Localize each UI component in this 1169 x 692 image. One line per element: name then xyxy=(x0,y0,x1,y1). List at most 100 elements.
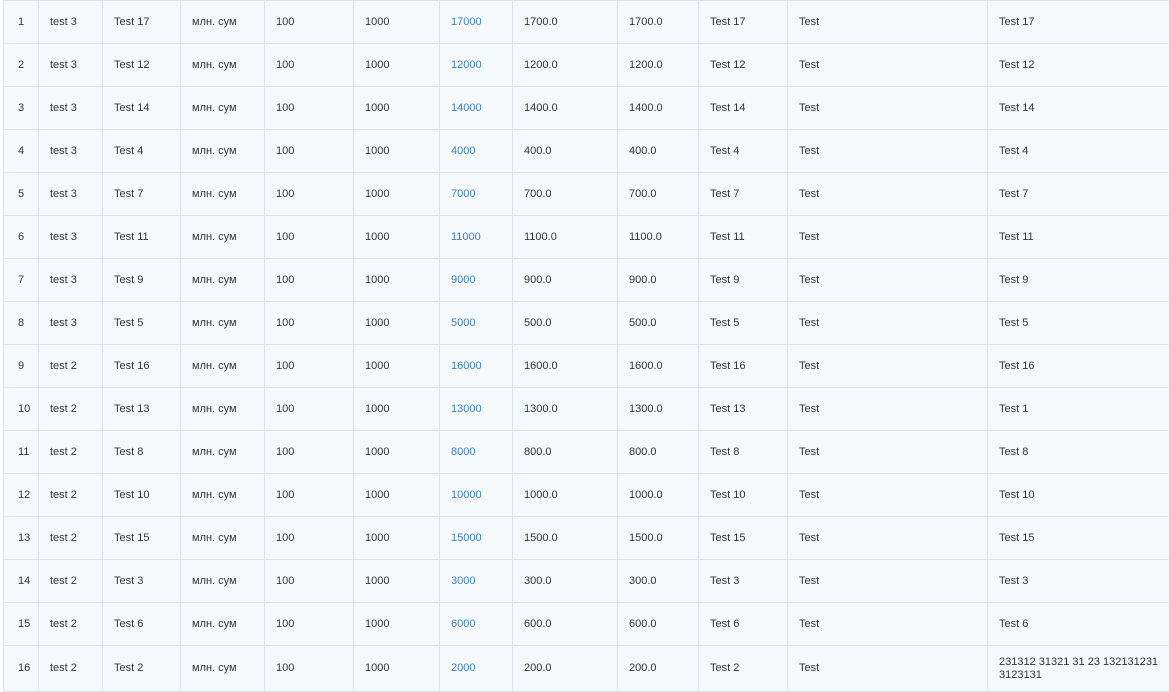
group-cell: test 2 xyxy=(38,344,103,388)
row-number-cell: 6 xyxy=(3,215,39,259)
total-cell: 6000 xyxy=(439,602,513,646)
total-link[interactable]: 16000 xyxy=(451,360,482,372)
total-cell: 9000 xyxy=(439,258,513,302)
table-row: 2 test 3 Test 12 млн. сум 100 1000 12000 1200.0… xyxy=(3,43,1169,87)
unit-cell: млн. сум xyxy=(180,215,265,259)
total-link[interactable]: 2000 xyxy=(451,662,475,674)
item-name-text: Test 2 xyxy=(114,662,144,674)
quantity-cell: 100 xyxy=(264,258,354,302)
total-link[interactable]: 7000 xyxy=(451,188,475,200)
note-text: Test xyxy=(799,144,820,157)
comment-cell: Test 12 xyxy=(987,43,1169,87)
price-text: 1000 xyxy=(365,187,390,200)
price-cell: 1000 xyxy=(353,645,440,692)
price-cell: 1000 xyxy=(353,0,440,44)
total-link[interactable]: 17000 xyxy=(451,16,482,28)
total-link[interactable]: 9000 xyxy=(451,274,475,286)
quantity-cell: 100 xyxy=(264,301,354,345)
comment-cell: Test 15 xyxy=(987,516,1169,560)
value-1-cell: 700.0 xyxy=(512,172,618,216)
item-name-2-cell: Test 17 xyxy=(698,0,788,44)
row-number-text: 1 xyxy=(18,15,25,28)
row-number-cell: 9 xyxy=(3,344,39,388)
note-cell: Test xyxy=(787,0,988,44)
value-1-cell: 1100.0 xyxy=(512,215,618,259)
total-cell: 14000 xyxy=(439,86,513,130)
item-name-cell: Test 8 xyxy=(102,430,181,474)
item-name-2-cell: Test 4 xyxy=(698,129,788,173)
comment-cell: Test 3 xyxy=(987,559,1169,603)
group-cell: test 3 xyxy=(38,43,103,87)
item-name-2-cell: Test 10 xyxy=(698,473,788,517)
value-2-cell: 1200.0 xyxy=(617,43,699,87)
note-text: Test xyxy=(799,230,820,243)
total-cell: 3000 xyxy=(439,559,513,603)
item-name-text: Test 16 xyxy=(114,359,150,372)
value-1-cell: 1500.0 xyxy=(512,516,618,560)
comment-text: Test 12 xyxy=(999,58,1035,71)
price-cell: 1000 xyxy=(353,86,440,130)
data-table: 1 test 3 Test 17 млн. сум 100 1000 17000 1700.0… xyxy=(3,0,1169,692)
quantity-text: 100 xyxy=(276,144,295,157)
item-name-cell: Test 7 xyxy=(102,172,181,216)
item-name-2-cell: Test 8 xyxy=(698,430,788,474)
comment-text: Test 6 xyxy=(999,617,1029,630)
item-name-text: Test 4 xyxy=(114,144,144,157)
note-text: Test xyxy=(799,359,820,372)
item-name-cell: Test 3 xyxy=(102,559,181,603)
total-link[interactable]: 14000 xyxy=(451,102,482,114)
note-text: Test xyxy=(799,402,820,415)
unit-text: млн. сум xyxy=(192,187,237,200)
table-row: 4 test 3 Test 4 млн. сум 100 1000 4000 400.0 400… xyxy=(3,129,1169,173)
value-2-cell: 1500.0 xyxy=(617,516,699,560)
group-text: test 3 xyxy=(50,230,77,243)
item-name-cell: Test 12 xyxy=(102,43,181,87)
value-2-text: 300.0 xyxy=(629,574,657,587)
row-number-cell: 16 xyxy=(3,645,39,692)
item-name-text: Test 3 xyxy=(114,574,144,587)
total-link[interactable]: 4000 xyxy=(451,145,475,157)
item-name-2-cell: Test 3 xyxy=(698,559,788,603)
total-link[interactable]: 15000 xyxy=(451,532,482,544)
item-name-2-text: Test 3 xyxy=(710,574,740,587)
total-link[interactable]: 11000 xyxy=(451,231,481,243)
unit-cell: млн. сум xyxy=(180,258,265,302)
note-cell: Test xyxy=(787,473,988,517)
total-cell: 16000 xyxy=(439,344,513,388)
value-1-cell: 1700.0 xyxy=(512,0,618,44)
item-name-text: Test 12 xyxy=(114,58,150,71)
total-link[interactable]: 12000 xyxy=(451,59,482,71)
unit-cell: млн. сум xyxy=(180,172,265,216)
total-link[interactable]: 5000 xyxy=(451,317,475,329)
value-2-cell: 600.0 xyxy=(617,602,699,646)
item-name-2-cell: Test 16 xyxy=(698,344,788,388)
note-cell: Test xyxy=(787,516,988,560)
unit-text: млн. сум xyxy=(192,230,237,243)
total-link[interactable]: 3000 xyxy=(451,575,475,587)
quantity-text: 100 xyxy=(276,617,295,630)
item-name-2-text: Test 7 xyxy=(710,187,740,200)
table-row: 10 test 2 Test 13 млн. сум 100 1000 13000 1300.… xyxy=(3,387,1169,431)
unit-cell: млн. сум xyxy=(180,430,265,474)
item-name-text: Test 15 xyxy=(114,531,150,544)
comment-cell: Test 4 xyxy=(987,129,1169,173)
note-text: Test xyxy=(799,15,820,28)
quantity-cell: 100 xyxy=(264,516,354,560)
item-name-text: Test 11 xyxy=(114,230,149,243)
quantity-text: 100 xyxy=(276,316,295,329)
unit-cell: млн. сум xyxy=(180,645,265,692)
value-2-cell: 200.0 xyxy=(617,645,699,692)
quantity-cell: 100 xyxy=(264,344,354,388)
unit-text: млн. сум xyxy=(192,144,237,157)
note-cell: Test xyxy=(787,86,988,130)
note-cell: Test xyxy=(787,258,988,302)
total-link[interactable]: 6000 xyxy=(451,618,475,630)
price-text: 1000 xyxy=(365,359,390,372)
total-link[interactable]: 10000 xyxy=(451,489,482,501)
comment-cell: Test 6 xyxy=(987,602,1169,646)
total-link[interactable]: 8000 xyxy=(451,446,475,458)
total-link[interactable]: 13000 xyxy=(451,403,482,415)
comment-cell: Test 8 xyxy=(987,430,1169,474)
value-2-text: 1300.0 xyxy=(629,402,663,415)
item-name-text: Test 17 xyxy=(114,15,150,28)
